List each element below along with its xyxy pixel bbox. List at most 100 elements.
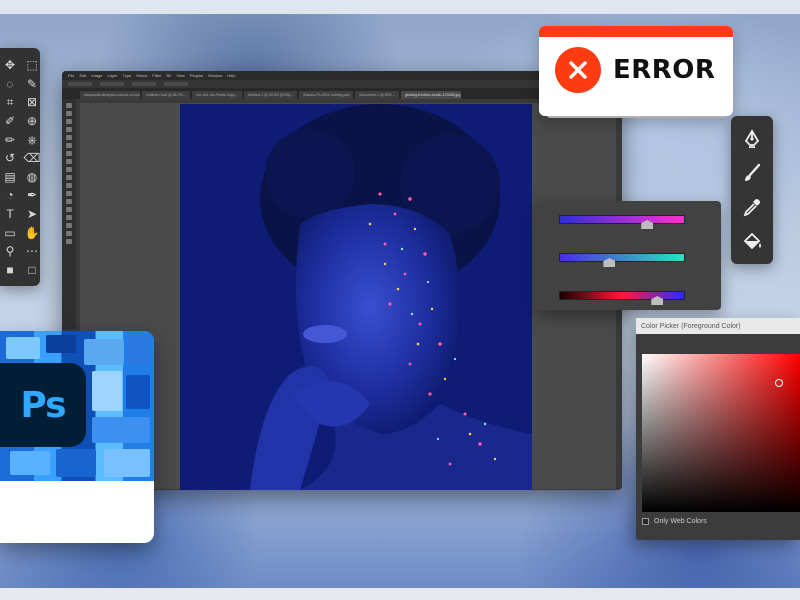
mini-tool-icon[interactable] xyxy=(66,143,72,148)
eyedropper-tool-icon[interactable] xyxy=(741,196,763,218)
edit-toolbar-icon[interactable]: ⋯ xyxy=(22,242,42,261)
move-icon[interactable]: ✥ xyxy=(0,56,20,75)
dodge-icon[interactable]: ◔ xyxy=(0,186,20,205)
menu-item-filter[interactable]: Filter xyxy=(152,73,161,78)
photoshop-logo-card: Ps xyxy=(0,331,154,543)
menu-item-type[interactable]: Type xyxy=(123,73,132,78)
option-chip[interactable] xyxy=(68,82,92,86)
menu-item-help[interactable]: Help xyxy=(227,73,235,78)
collage-tile xyxy=(10,451,50,475)
mini-tool-icon[interactable] xyxy=(66,119,72,124)
hand-icon[interactable]: ✋ xyxy=(22,223,42,242)
color-slider-1[interactable] xyxy=(559,212,685,229)
document-tab[interactable]: Document-1 @ 50%... xyxy=(355,91,399,99)
option-chip[interactable] xyxy=(100,82,124,86)
brush-tool-icon[interactable] xyxy=(741,162,763,184)
color-sliders-panel xyxy=(535,201,721,310)
gradient-icon[interactable]: ▤ xyxy=(0,168,20,187)
slider-track[interactable] xyxy=(559,253,685,262)
error-notification: ERROR xyxy=(539,26,733,116)
option-chip[interactable] xyxy=(132,82,156,86)
document-tab[interactable]: Untitled Card @ 66.7%... xyxy=(142,91,190,99)
error-label: ERROR xyxy=(613,55,716,85)
mini-tool-icon[interactable] xyxy=(66,111,72,116)
frame-icon[interactable]: ⊠ xyxy=(22,93,42,112)
quick-select-icon[interactable]: ✎ xyxy=(22,75,42,94)
crop-icon[interactable]: ⌗ xyxy=(0,93,20,112)
menu-item-image[interactable]: Image xyxy=(91,73,102,78)
color-field[interactable] xyxy=(642,354,800,512)
eraser-icon[interactable]: ⌫ xyxy=(22,149,42,168)
menu-item-window[interactable]: Window xyxy=(208,73,222,78)
slider-track[interactable] xyxy=(559,215,685,224)
mini-tool-icon[interactable] xyxy=(66,167,72,172)
menu-item-edit[interactable]: Edit xyxy=(79,73,86,78)
mini-tool-icon[interactable] xyxy=(66,159,72,164)
collage-tile xyxy=(46,335,76,353)
marquee-icon[interactable]: ⬚ xyxy=(22,56,42,75)
error-topbar xyxy=(539,26,733,37)
collage-tile xyxy=(92,371,122,411)
zoom-icon[interactable]: ⚲ xyxy=(0,242,20,261)
document-tab[interactable]: Untitled-1 @ 33.3% (RGB)... xyxy=(243,91,298,99)
history-brush-icon[interactable]: ↺ xyxy=(0,149,20,168)
paint-bucket-icon[interactable] xyxy=(741,230,763,252)
mini-tool-icon[interactable] xyxy=(66,127,72,132)
document-tab[interactable]: Vel. Ant. Ins-Fields Copy... xyxy=(191,91,242,99)
type-icon[interactable]: T xyxy=(0,205,20,224)
slider-track[interactable] xyxy=(559,291,685,300)
mini-tool-icon[interactable] xyxy=(66,231,72,236)
collage-tile xyxy=(84,339,124,365)
eyedropper-icon[interactable]: ✐ xyxy=(0,112,20,131)
error-icon xyxy=(555,47,601,93)
menu-item-select[interactable]: Select xyxy=(136,73,147,78)
lasso-icon[interactable]: ◌ xyxy=(0,75,20,94)
path-select-icon[interactable]: ➤ xyxy=(22,205,42,224)
background-color-icon[interactable]: □ xyxy=(22,261,42,280)
mini-tool-icon[interactable] xyxy=(66,183,72,188)
document-tab[interactable]: bioquantik-lifestyles-colours-of-colour.… xyxy=(80,91,140,99)
portrait-image xyxy=(180,104,532,490)
mini-tool-icon[interactable] xyxy=(66,239,72,244)
mini-tool-icon[interactable] xyxy=(66,215,72,220)
mini-tool-icon[interactable] xyxy=(66,175,72,180)
color-slider-3[interactable] xyxy=(559,288,685,305)
only-web-colors-checkbox[interactable] xyxy=(642,518,649,525)
color-slider-2[interactable] xyxy=(559,250,685,267)
ps-logo-text: Ps xyxy=(20,384,66,426)
blur-icon[interactable]: ◍ xyxy=(22,168,42,187)
mini-tool-icon[interactable] xyxy=(66,191,72,196)
color-picker-dialog: Color Picker (Foreground Color) Only Web… xyxy=(636,318,800,540)
collage-tile xyxy=(104,449,150,477)
menu-item-plugins[interactable]: Plugins xyxy=(190,73,203,78)
collage-tile xyxy=(128,335,150,365)
brush-icon[interactable]: ✏ xyxy=(0,130,20,149)
stamp-icon[interactable]: ⎈ xyxy=(22,130,42,149)
pen-icon[interactable]: ✒ xyxy=(22,186,42,205)
option-chip[interactable] xyxy=(164,82,188,86)
menu-item-file[interactable]: File xyxy=(68,73,74,78)
only-web-colors-label: Only Web Colors xyxy=(654,518,707,525)
mini-tool-icon[interactable] xyxy=(66,135,72,140)
mini-tool-icon[interactable] xyxy=(66,199,72,204)
mini-tool-icon[interactable] xyxy=(66,151,72,156)
options-bar xyxy=(62,80,622,89)
menu-item-view[interactable]: View xyxy=(176,73,185,78)
document-tab[interactable]: Shanno-Fs-0012 nothing.psd xyxy=(299,91,354,99)
document-tab[interactable]: glowing-freckles-studio-123456.jpg @... xyxy=(400,91,461,99)
pen-tool-icon[interactable] xyxy=(741,128,763,150)
menu-item-3d[interactable]: 3D xyxy=(166,73,171,78)
color-marker[interactable] xyxy=(775,379,783,387)
close-x-icon xyxy=(569,61,587,79)
mini-tool-icon[interactable] xyxy=(66,103,72,108)
canvas-photo[interactable] xyxy=(180,104,532,490)
menu-item-layer[interactable]: Layer xyxy=(107,73,117,78)
mini-tool-icon[interactable] xyxy=(66,207,72,212)
mini-tool-icon[interactable] xyxy=(66,223,72,228)
photoshop-app-icon: Ps xyxy=(0,363,86,447)
shape-icon[interactable]: ▭ xyxy=(0,223,20,242)
foreground-color-icon[interactable]: ■ xyxy=(0,261,20,280)
healing-icon[interactable]: ⊕ xyxy=(22,112,42,131)
collage-tile xyxy=(6,337,40,359)
right-toolbar xyxy=(731,116,773,264)
